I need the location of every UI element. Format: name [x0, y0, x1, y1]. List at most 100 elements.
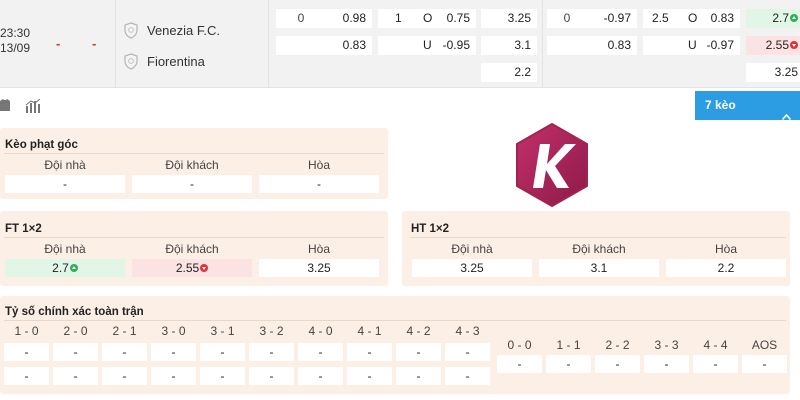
- odds-value[interactable]: -: [132, 175, 252, 193]
- score-header: 1 - 0: [14, 324, 39, 338]
- stats-icon[interactable]: [25, 98, 41, 116]
- score-odds-value[interactable]: -: [445, 343, 490, 361]
- col-header-draw: Hòa: [307, 242, 330, 256]
- score-odds-value[interactable]: -: [445, 367, 490, 385]
- kickoff-date: 13/09: [0, 41, 31, 55]
- chevron-up-icon: [781, 102, 792, 121]
- score-header: 3 - 2: [259, 324, 284, 338]
- score-odds-value[interactable]: -: [249, 343, 294, 361]
- divider: [4, 237, 384, 238]
- score-header: 3 - 1: [210, 324, 235, 338]
- divider: [115, 0, 116, 88]
- score-odds-value[interactable]: -: [200, 343, 245, 361]
- divider: [4, 153, 384, 154]
- home-team[interactable]: Venezia F.C.: [124, 21, 220, 39]
- score-header: 2 - 0: [63, 324, 88, 338]
- col-header-home: Đội nhà: [451, 242, 493, 256]
- odds-cell-hdp2-home[interactable]: 0 -0.97: [547, 9, 637, 28]
- home-team-name: Venezia F.C.: [147, 22, 220, 38]
- score-header: 2 - 1: [112, 324, 137, 338]
- corner-kick-panel: Kèo phạt góc Đội nhà Đội khách Hòa - - -: [0, 128, 388, 199]
- away-team[interactable]: Fiorentina: [124, 52, 205, 70]
- score-odds-value[interactable]: -: [151, 343, 196, 361]
- odds-value[interactable]: 3.1: [539, 259, 659, 277]
- score-odds-value[interactable]: -: [595, 355, 640, 373]
- score-header: 0 - 0: [507, 338, 532, 352]
- col-header-away: Đội khách: [165, 158, 219, 172]
- odds-down-icon: [200, 264, 209, 272]
- score-odds-value[interactable]: -: [347, 367, 392, 385]
- score-odds-value[interactable]: -: [200, 367, 245, 385]
- score-header: 3 - 3: [654, 338, 679, 352]
- odds-cell-1x2-home[interactable]: 3.25: [481, 9, 537, 28]
- score-header: 1 - 1: [556, 338, 581, 352]
- odds-value[interactable]: 2.2: [666, 259, 786, 277]
- odds-cell-ou-under[interactable]: U -0.95: [378, 36, 476, 55]
- odds-value[interactable]: 3.25: [259, 259, 379, 277]
- odds-cell-hdp2-away[interactable]: 0.83: [547, 36, 637, 55]
- score-header: AOS: [751, 338, 778, 352]
- score-header: 4 - 1: [357, 324, 382, 338]
- odds-cell-1x2b-draw[interactable]: 3.25: [746, 63, 800, 82]
- score-odds-value[interactable]: -: [151, 367, 196, 385]
- score-odds-value[interactable]: -: [298, 343, 343, 361]
- odds-up-icon: [69, 264, 78, 272]
- score-odds-value[interactable]: -: [53, 343, 98, 361]
- score-odds-value[interactable]: -: [4, 367, 49, 385]
- score-odds-value[interactable]: -: [4, 343, 49, 361]
- col-header-draw: Hòa: [307, 158, 330, 172]
- score-odds-value[interactable]: -: [742, 355, 787, 373]
- score-odds-value[interactable]: -: [693, 355, 738, 373]
- score-odds-value[interactable]: -: [249, 367, 294, 385]
- away-team-name: Fiorentina: [147, 53, 205, 69]
- correct-score-panel: Tỷ số chính xác toàn trận 1 - 0--2 - 0--…: [0, 296, 790, 394]
- odds-up-icon: [790, 14, 798, 22]
- odds-cell-1x2b-home[interactable]: 2.7: [746, 9, 800, 28]
- odds-value[interactable]: 3.25: [412, 259, 532, 277]
- score-odds-value[interactable]: -: [644, 355, 689, 373]
- odds-value[interactable]: -: [5, 175, 125, 193]
- divider: [268, 0, 269, 88]
- panel-title: HT 1×2: [411, 223, 450, 235]
- odds-value[interactable]: 2.7: [5, 259, 125, 277]
- score-odds-value[interactable]: -: [298, 367, 343, 385]
- score-odds-value[interactable]: -: [53, 367, 98, 385]
- odds-cell-1x2b-away[interactable]: 2.55: [746, 36, 800, 55]
- col-header-home: Đội nhà: [44, 158, 86, 172]
- toolbar: [0, 90, 800, 120]
- score-header: 2 - 2: [605, 338, 630, 352]
- score-odds-value[interactable]: -: [396, 343, 441, 361]
- divider: [542, 0, 543, 88]
- ht-1x2-panel: HT 1×2 Đội nhà Đội khách Hòa 3.25 3.1 2.…: [402, 211, 790, 286]
- score-odds-value[interactable]: -: [497, 355, 542, 373]
- odds-cell-1x2-draw[interactable]: 2.2: [481, 63, 537, 82]
- odds-cell-ou2-under[interactable]: U -0.97: [643, 36, 740, 55]
- match-row: 23:30 13/09 - - Venezia F.C. Fiorentina …: [0, 0, 800, 88]
- shirt-icon[interactable]: [0, 98, 10, 115]
- col-header-away: Đội khách: [572, 242, 626, 256]
- score-odds-value[interactable]: -: [347, 343, 392, 361]
- odds-cell-hdp-home[interactable]: 0 0.98: [276, 9, 372, 28]
- more-bets-button[interactable]: 7 kèo: [695, 91, 800, 121]
- odds-value[interactable]: -: [259, 175, 379, 193]
- odds-value[interactable]: 2.55: [132, 259, 252, 277]
- odds-down-icon: [790, 41, 798, 49]
- panel-title: Tỷ số chính xác toàn trận: [5, 306, 144, 318]
- score-header: 3 - 0: [161, 324, 186, 338]
- divider: [410, 237, 786, 238]
- score-odds-value[interactable]: -: [546, 355, 591, 373]
- score-odds-value[interactable]: -: [102, 367, 147, 385]
- odds-cell-ou-over[interactable]: 1 O 0.75: [378, 9, 476, 28]
- team-shield-icon: [124, 52, 138, 70]
- score-odds-value[interactable]: -: [396, 367, 441, 385]
- panel-title: FT 1×2: [5, 223, 42, 235]
- score-header: 4 - 2: [406, 324, 431, 338]
- panel-title: Kèo phạt góc: [5, 139, 78, 151]
- divider: [4, 320, 786, 321]
- score-odds-value[interactable]: -: [102, 343, 147, 361]
- col-header-draw: Hòa: [714, 242, 737, 256]
- odds-cell-1x2-away[interactable]: 3.1: [481, 36, 537, 55]
- odds-cell-hdp-away[interactable]: 0.83: [276, 36, 372, 55]
- score-header: 4 - 0: [308, 324, 333, 338]
- odds-cell-ou2-over[interactable]: 2.5 O 0.83: [643, 9, 740, 28]
